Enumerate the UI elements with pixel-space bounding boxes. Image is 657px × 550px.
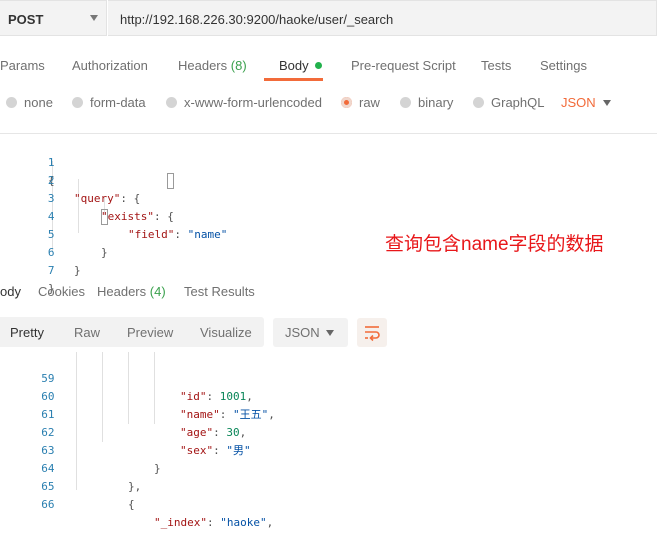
code-punct: ,	[266, 516, 274, 529]
code-text: {	[128, 496, 135, 514]
code-line: 66 "_index": "haoke",	[0, 478, 657, 529]
code-line: 64 },	[0, 442, 657, 493]
chevron-down-icon	[326, 330, 334, 336]
line-number: 66	[41, 498, 55, 511]
radio-raw[interactable]: raw	[341, 95, 380, 110]
code-line: 4 "field": "name"	[0, 190, 657, 241]
response-tab-headers[interactable]: Headers (4)	[97, 284, 166, 299]
line-number: 7	[47, 264, 55, 277]
response-tab-body[interactable]: ody	[0, 284, 21, 299]
radio-icon	[166, 97, 177, 108]
tab-pre-request-script[interactable]: Pre-request Script	[351, 58, 456, 73]
tab-authorization[interactable]: Authorization	[72, 58, 148, 73]
code-line: 1 {	[0, 136, 657, 187]
radio-none[interactable]: none	[6, 95, 53, 110]
response-tab-headers-label: Headers	[97, 284, 147, 299]
annotation-text: 查询包含name字段的数据	[385, 234, 604, 255]
response-tab-cookies[interactable]: Cookies	[38, 284, 85, 299]
tab-settings[interactable]: Settings	[540, 58, 587, 73]
bracket-match-highlight	[167, 173, 174, 189]
radio-x-www-form-urlencoded[interactable]: x-www-form-urlencoded	[166, 95, 322, 110]
bracket-match-highlight	[101, 209, 108, 225]
tab-tests[interactable]: Tests	[481, 58, 511, 73]
radio-icon	[72, 97, 83, 108]
body-format-select[interactable]: JSON	[561, 95, 596, 110]
url-input[interactable]: http://192.168.226.30:9200/haoke/user/_s…	[108, 0, 657, 36]
radio-label: binary	[418, 95, 454, 110]
tab-headers-label: Headers	[178, 58, 228, 73]
wrap-lines-icon	[365, 326, 380, 342]
chevron-down-icon[interactable]	[603, 100, 611, 106]
code-text: }	[74, 262, 81, 280]
body-status-dot-icon	[314, 62, 322, 69]
code-line: 61 "age": 30,	[0, 388, 657, 439]
json-string: "haoke"	[220, 516, 267, 529]
code-line: 60 "name": "王五",	[0, 370, 657, 421]
code-text: "_index": "haoke",	[154, 514, 273, 532]
code-line: 63 }	[0, 424, 657, 475]
response-tab-headers-count: (4)	[149, 284, 166, 299]
radio-binary[interactable]: binary	[400, 95, 453, 110]
response-tab-test-results[interactable]: Test Results	[184, 284, 255, 299]
tab-body-label: Body	[279, 58, 309, 73]
response-format-label: JSON	[285, 325, 320, 340]
radio-form-data[interactable]: form-data	[72, 95, 146, 110]
view-visualize[interactable]: Visualize	[200, 325, 252, 340]
radio-label: GraphQL	[491, 95, 545, 110]
radio-label: x-www-form-urlencoded	[184, 95, 322, 110]
json-key: "_index"	[154, 516, 207, 529]
code-brace: }	[74, 264, 81, 277]
method-select[interactable]: POST	[0, 0, 107, 36]
code-line: 65 {	[0, 460, 657, 511]
radio-icon	[6, 97, 17, 108]
code-line: 59 "id": 1001,	[0, 352, 657, 403]
code-line: 3 "exists": {	[0, 172, 657, 223]
code-line: 2 "query": {	[0, 154, 657, 205]
radio-label: form-data	[90, 95, 146, 110]
radio-icon	[473, 97, 484, 108]
request-bar: POST http://192.168.226.30:9200/haoke/us…	[0, 0, 657, 38]
code-line: 62 "sex": "男"	[0, 406, 657, 457]
radio-label: raw	[359, 95, 380, 110]
url-text: http://192.168.226.30:9200/haoke/user/_s…	[120, 12, 394, 27]
response-body-viewer[interactable]: 59 "id": 1001, 60 "name": "王五", 61 "age"…	[0, 352, 657, 529]
active-tab-indicator	[264, 78, 323, 81]
radio-graphql[interactable]: GraphQL	[473, 95, 544, 110]
chevron-down-icon	[90, 15, 98, 21]
code-punct: :	[206, 516, 221, 529]
view-pretty[interactable]: Pretty	[10, 325, 44, 340]
code-line: 5 }	[0, 208, 657, 259]
method-label: POST	[8, 12, 44, 27]
tab-headers[interactable]: Headers (8)	[178, 58, 247, 73]
tab-headers-count: (8)	[230, 58, 247, 73]
view-raw[interactable]: Raw	[74, 325, 100, 340]
wrap-lines-button[interactable]	[357, 318, 387, 347]
tab-body[interactable]: Body	[279, 58, 322, 73]
tab-params[interactable]: Params	[0, 58, 45, 73]
radio-icon	[400, 97, 411, 108]
radio-selected-icon	[341, 97, 352, 108]
code-brace: {	[128, 498, 135, 511]
radio-label: none	[24, 95, 53, 110]
view-preview[interactable]: Preview	[127, 325, 173, 340]
